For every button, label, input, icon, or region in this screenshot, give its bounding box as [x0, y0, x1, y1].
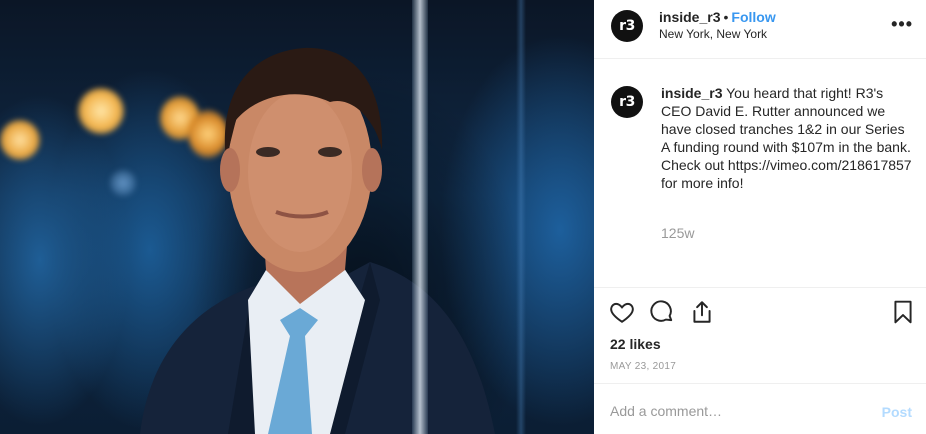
comment-bar: Post: [594, 383, 926, 434]
separator-dot: •: [723, 9, 729, 25]
avatar-logo: r3: [619, 94, 635, 110]
bookmark-icon[interactable]: [890, 299, 916, 325]
avatar[interactable]: r3: [611, 86, 643, 118]
location-link[interactable]: New York, New York: [659, 27, 767, 41]
follow-button[interactable]: Follow: [731, 9, 775, 25]
avatar[interactable]: r3: [611, 10, 643, 42]
caption: inside_r3 You heard that right! R3's CEO…: [661, 84, 913, 192]
post-header: r3 inside_r3 • Follow New York, New York •…: [594, 0, 926, 59]
post-sidebar: r3 inside_r3 • Follow New York, New York •…: [594, 0, 926, 434]
caption-section: r3 inside_r3 You heard that right! R3's …: [594, 60, 926, 288]
ellipsis-icon[interactable]: •••: [891, 14, 913, 35]
share-icon[interactable]: [689, 299, 715, 325]
post-age[interactable]: 125w: [661, 225, 694, 241]
comment-input[interactable]: [610, 403, 860, 419]
heart-icon[interactable]: [609, 299, 635, 325]
post-photo[interactable]: [0, 0, 594, 434]
username-link[interactable]: inside_r3: [659, 9, 720, 25]
action-bar: [594, 289, 926, 333]
man-portrait: [140, 47, 495, 434]
avatar-logo: r3: [619, 18, 635, 34]
likes-count[interactable]: 22 likes: [610, 336, 661, 352]
header-line: inside_r3 • Follow: [659, 9, 776, 25]
post-comment-button[interactable]: Post: [882, 404, 912, 420]
comment-icon[interactable]: [649, 299, 675, 325]
caption-username[interactable]: inside_r3: [661, 85, 722, 101]
post-date: MAY 23, 2017: [610, 361, 677, 372]
foreground-pole: [412, 0, 428, 434]
